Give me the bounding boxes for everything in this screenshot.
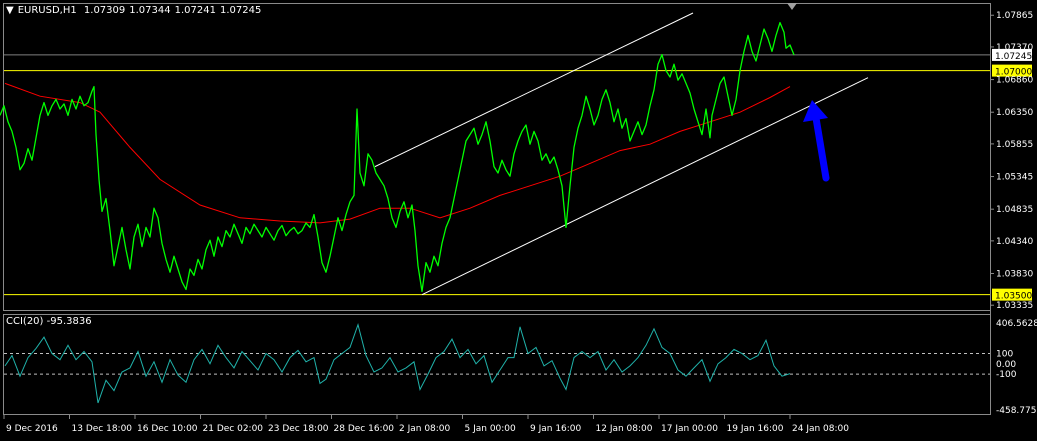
chart-background (0, 0, 1037, 441)
time-tick-label: 17 Jan 00:00 (661, 424, 718, 434)
price-tick-label: 1.05855 (996, 140, 1033, 150)
close-price: 1.07245 (219, 5, 262, 16)
current-price-label: 1.07245 (995, 52, 1032, 62)
symbol-header: ▼ EURUSD,H1 1.07309 1.07344 1.07241 1.07245 (6, 5, 265, 16)
cci-tick-label: 406.5628 (996, 319, 1037, 329)
low-price: 1.07241 (174, 5, 216, 16)
price-tick-label: 1.06350 (996, 108, 1033, 118)
time-tick-label: 9 Jan 16:00 (530, 424, 582, 434)
price-tick-label: 1.07865 (996, 11, 1033, 21)
time-tick-label: 21 Dec 02:00 (203, 424, 264, 434)
time-tick-label: 5 Jan 00:00 (465, 424, 517, 434)
cci-tick-label: 0.00 (996, 360, 1016, 370)
price-tick-label: 1.07370 (996, 43, 1033, 53)
price-tick-label: 1.04340 (996, 237, 1033, 247)
cci-tick-label: -100 (996, 370, 1017, 380)
chart-window[interactable]: 1.070001.035001.072451.078651.073701.068… (0, 0, 1037, 441)
time-tick-label: 2 Jan 08:00 (399, 424, 451, 434)
level-price-label: 1.03500 (995, 292, 1032, 302)
symbol-timeframe: EURUSD,H1 (17, 5, 77, 16)
time-tick-label: 12 Jan 08:00 (596, 424, 653, 434)
time-tick-label: 19 Jan 16:00 (727, 424, 784, 434)
cci-tick-label: -458.7756 (996, 406, 1037, 416)
price-tick-label: 1.06860 (996, 76, 1033, 86)
price-tick-label: 1.03335 (996, 301, 1033, 311)
price-tick-label: 1.04835 (996, 205, 1033, 215)
price-tick-label: 1.05345 (996, 173, 1033, 183)
time-tick-label: 28 Dec 16:00 (334, 424, 395, 434)
chevron-down-icon[interactable]: ▼ (6, 5, 14, 16)
open-price: 1.07309 (83, 5, 126, 16)
cci-tick-label: 100 (996, 350, 1013, 360)
time-tick-label: 9 Dec 2016 (6, 424, 58, 434)
high-price: 1.07344 (129, 5, 171, 16)
price-tick-label: 1.03830 (996, 270, 1033, 280)
time-tick-label: 23 Dec 18:00 (268, 424, 329, 434)
time-tick-label: 13 Dec 18:00 (72, 424, 133, 434)
cci-indicator-label: CCI(20) -95.3836 (6, 316, 92, 327)
time-tick-label: 24 Jan 08:00 (792, 424, 849, 434)
time-tick-label: 16 Dec 10:00 (137, 424, 198, 434)
